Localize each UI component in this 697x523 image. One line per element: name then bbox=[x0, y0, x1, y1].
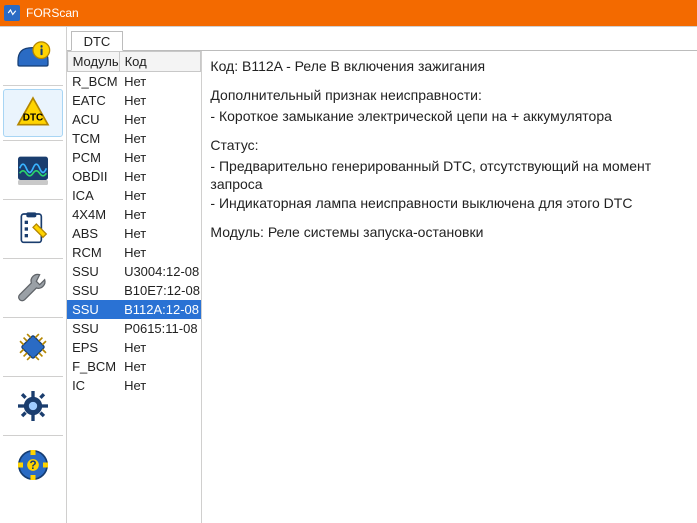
cell-code: Нет bbox=[119, 91, 201, 110]
col-code[interactable]: Код bbox=[119, 52, 201, 72]
tab-dtc[interactable]: DTC bbox=[71, 31, 124, 51]
detail-status-item: - Предварительно генерированный DTC, отс… bbox=[210, 157, 689, 195]
sidebar-item-settings[interactable] bbox=[3, 380, 63, 432]
cell-code: Нет bbox=[119, 338, 201, 357]
sidebar-separator bbox=[3, 376, 63, 377]
sidebar-separator bbox=[3, 258, 63, 259]
cell-module: SSU bbox=[67, 262, 119, 281]
table-row[interactable]: EPSНет bbox=[67, 338, 201, 357]
sidebar-separator bbox=[3, 199, 63, 200]
cell-code: Нет bbox=[119, 129, 201, 148]
table-row[interactable]: SSUU3004:12-08 bbox=[67, 262, 201, 281]
panes: Модуль Код R_BCMНетEATCНетACUНетTCMНетPC… bbox=[67, 51, 697, 523]
cell-code: U3004:12-08 bbox=[119, 262, 201, 281]
detail-diag-header: Дополнительный признак неисправности: bbox=[210, 86, 689, 105]
detail-status-header: Статус: bbox=[210, 136, 689, 155]
cell-code: Нет bbox=[119, 357, 201, 376]
table-row[interactable]: ABSНет bbox=[67, 224, 201, 243]
table-row[interactable]: RCMНет bbox=[67, 243, 201, 262]
sidebar-item-tests[interactable] bbox=[3, 203, 63, 255]
detail-diag-item: - Короткое замыкание электрической цепи … bbox=[210, 107, 689, 126]
sidebar-separator bbox=[3, 317, 63, 318]
sidebar-item-dtc[interactable]: DTC bbox=[3, 89, 63, 137]
main-area: DTC bbox=[0, 26, 697, 523]
cell-code: Нет bbox=[119, 148, 201, 167]
sidebar-item-chip[interactable] bbox=[3, 321, 63, 373]
cell-module: RCM bbox=[67, 243, 119, 262]
table-row[interactable]: ICНет bbox=[67, 376, 201, 395]
cell-module: PCM bbox=[67, 148, 119, 167]
sidebar-item-service[interactable] bbox=[3, 262, 63, 314]
cell-code: Нет bbox=[119, 72, 201, 92]
table-row[interactable]: 4X4MНет bbox=[67, 205, 201, 224]
table-row[interactable]: R_BCMНет bbox=[67, 72, 201, 92]
detail-module-line: Модуль: Реле системы запуска-остановки bbox=[210, 223, 689, 242]
sidebar-item-oscilloscope[interactable] bbox=[3, 144, 63, 196]
cell-module: OBDII bbox=[67, 167, 119, 186]
cell-module: ACU bbox=[67, 110, 119, 129]
cell-module: TCM bbox=[67, 129, 119, 148]
cell-code: P0615:11-08 bbox=[119, 319, 201, 338]
sidebar-separator bbox=[3, 85, 63, 86]
cell-module: EPS bbox=[67, 338, 119, 357]
cell-module: 4X4M bbox=[67, 205, 119, 224]
table-row[interactable]: TCMНет bbox=[67, 129, 201, 148]
sidebar: DTC bbox=[0, 27, 67, 523]
cell-module: SSU bbox=[67, 281, 119, 300]
table-row[interactable]: SSUB10E7:12-08 bbox=[67, 281, 201, 300]
cell-module: IC bbox=[67, 376, 119, 395]
detail-status-item: - Индикаторная лампа неисправности выклю… bbox=[210, 194, 689, 213]
dtc-table: Модуль Код R_BCMНетEATCНетACUНетTCMНетPC… bbox=[67, 51, 202, 395]
cell-module: R_BCM bbox=[67, 72, 119, 92]
sidebar-item-vehicle-info[interactable] bbox=[3, 30, 63, 82]
cell-code: Нет bbox=[119, 243, 201, 262]
col-module[interactable]: Модуль bbox=[67, 52, 119, 72]
table-row[interactable]: ACUНет bbox=[67, 110, 201, 129]
cell-module: EATC bbox=[67, 91, 119, 110]
svg-text:?: ? bbox=[29, 459, 36, 472]
dtc-table-wrapper: Модуль Код R_BCMНетEATCНетACUНетTCMНетPC… bbox=[67, 51, 203, 523]
cell-code: B10E7:12-08 bbox=[119, 281, 201, 300]
app-title: FORScan bbox=[26, 6, 79, 20]
dtc-details: Код: B112A - Реле B включения зажигания … bbox=[202, 51, 697, 523]
cell-code: Нет bbox=[119, 376, 201, 395]
detail-code-line: Код: B112A - Реле B включения зажигания bbox=[210, 57, 689, 76]
table-row[interactable]: SSUP0615:11-08 bbox=[67, 319, 201, 338]
cell-module: SSU bbox=[67, 319, 119, 338]
titlebar: FORScan bbox=[0, 0, 697, 26]
cell-module: F_BCM bbox=[67, 357, 119, 376]
svg-text:DTC: DTC bbox=[23, 113, 44, 124]
table-row[interactable]: F_BCMНет bbox=[67, 357, 201, 376]
cell-code: Нет bbox=[119, 167, 201, 186]
cell-code: Нет bbox=[119, 186, 201, 205]
cell-code: Нет bbox=[119, 224, 201, 243]
app-icon bbox=[4, 5, 20, 21]
cell-module: ABS bbox=[67, 224, 119, 243]
content-area: DTC Модуль Код R_BCMНетEATCНетACUНетTCMН… bbox=[67, 27, 697, 523]
sidebar-item-help[interactable]: ? bbox=[3, 439, 63, 491]
table-row[interactable]: PCMНет bbox=[67, 148, 201, 167]
table-row[interactable]: SSUB112A:12-08 bbox=[67, 300, 201, 319]
table-row[interactable]: EATCНет bbox=[67, 91, 201, 110]
tab-row: DTC bbox=[67, 27, 697, 51]
sidebar-separator bbox=[3, 140, 63, 141]
cell-module: ICA bbox=[67, 186, 119, 205]
cell-module: SSU bbox=[67, 300, 119, 319]
cell-code: Нет bbox=[119, 205, 201, 224]
table-row[interactable]: ICAНет bbox=[67, 186, 201, 205]
cell-code: B112A:12-08 bbox=[119, 300, 201, 319]
table-row[interactable]: OBDIIНет bbox=[67, 167, 201, 186]
sidebar-separator bbox=[3, 435, 63, 436]
cell-code: Нет bbox=[119, 110, 201, 129]
